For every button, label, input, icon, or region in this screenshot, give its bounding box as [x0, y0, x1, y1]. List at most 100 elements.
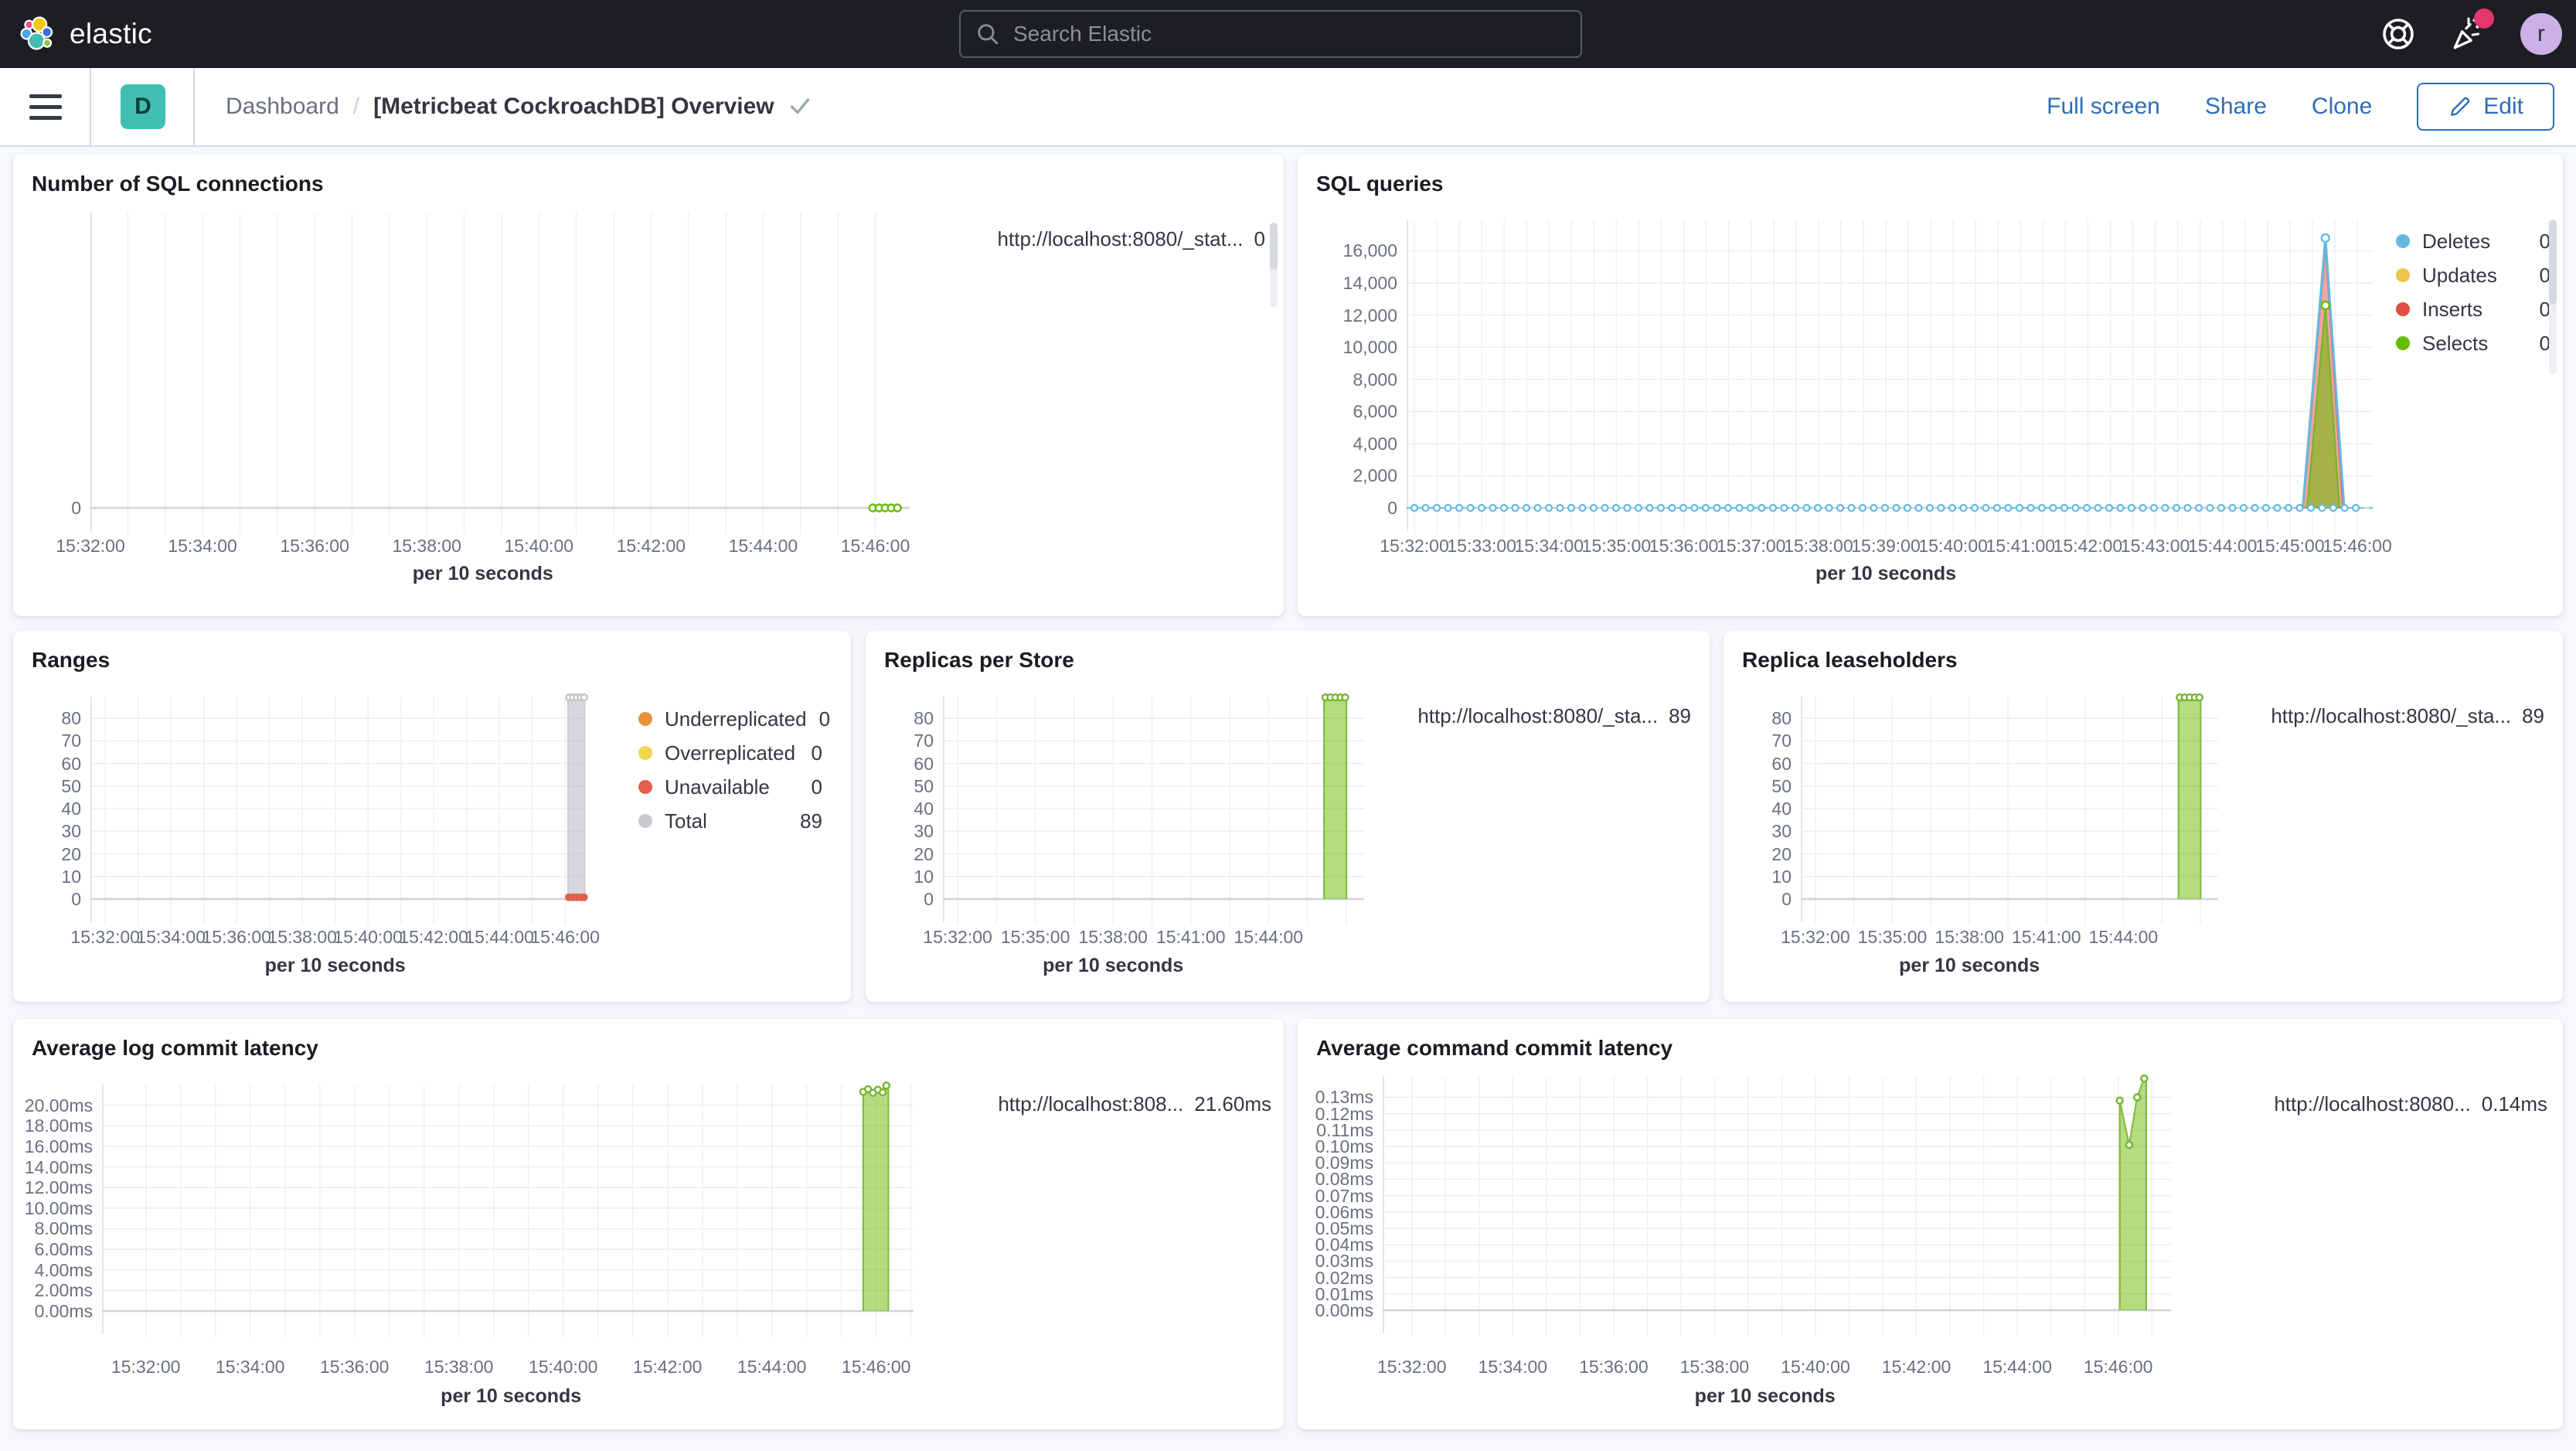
space-initial: D [134, 94, 151, 119]
kibana-app: elastic Search Elastic r D Dashboard / [… [0, 0, 2576, 1451]
search-icon [978, 24, 999, 45]
x-axis-tick: 15:36:00 [319, 1357, 390, 1377]
legend-series-value: 0 [811, 775, 822, 799]
x-axis-tick: 15:44:00 [737, 1357, 807, 1377]
y-axis-tick: 6,000 [1353, 401, 1397, 422]
x-axis-tick: 15:38:00 [1679, 1357, 1750, 1377]
x-axis-tick: 15:46:00 [2083, 1357, 2153, 1377]
y-axis-tick: 0 [1387, 498, 1397, 518]
legend-series-label: Selects [2422, 331, 2489, 355]
legend-item[interactable]: http://localhost:8080/_sta... 89 [1417, 704, 1691, 728]
legend: Deletes 0 Updates 0 Inserts 0 Selects 0 [2396, 224, 2550, 360]
pencil-icon [2451, 97, 2470, 116]
breadcrumb-dashboard-link[interactable]: Dashboard [226, 94, 339, 120]
chart-number-of-sql-connections[interactable] [90, 213, 910, 540]
legend-series-label: Updates [2422, 263, 2497, 287]
legend: http://localhost:808... 21.60ms [998, 1092, 1271, 1116]
panel-average-log-commit-latency: Average log commit latency http://localh… [13, 1019, 1284, 1429]
clone-button[interactable]: Clone [2312, 94, 2372, 120]
panel-title: SQL queries [1316, 172, 1444, 196]
legend-item[interactable]: http://localhost:8080... 0.14ms [2274, 1092, 2547, 1116]
y-axis-tick: 0.01ms [1315, 1283, 1373, 1304]
toolbar: D Dashboard / [Metricbeat CockroachDB] O… [0, 68, 2576, 147]
full-screen-button[interactable]: Full screen [2047, 94, 2160, 120]
y-axis-tick: 0.09ms [1315, 1153, 1373, 1173]
x-axis-tick: 15:46:00 [841, 1357, 911, 1377]
legend-item[interactable]: http://localhost:8080/_sta... 89 [2271, 704, 2544, 728]
legend: Underreplicated 0 Overreplicated 0 Unavailab… [638, 702, 830, 838]
y-axis-tick: 0.06ms [1315, 1201, 1373, 1222]
dashboard-title-caret-icon[interactable] [788, 97, 812, 117]
x-axis-label: per 10 seconds [1815, 563, 1957, 584]
legend-series-value: 0 [811, 741, 822, 765]
y-axis-tick: 0.00ms [1315, 1300, 1373, 1320]
legend-series-dot [2396, 268, 2410, 282]
legend-item[interactable]: Selects 0 [2396, 326, 2550, 360]
y-axis-tick: 0.13ms [1315, 1087, 1373, 1108]
legend: http://localhost:8080... 0.14ms [2274, 1092, 2547, 1116]
legend-item[interactable]: http://localhost:8080/_stat... 0 [998, 227, 1265, 251]
legend-series-label: http://localhost:8080/_sta... [2271, 704, 2512, 727]
header-actions: r [2380, 0, 2576, 68]
legend-series-label: Overreplicated [665, 741, 796, 765]
elastic-logo[interactable]: elastic [0, 15, 152, 53]
legend-series-label: Underreplicated [665, 707, 807, 731]
chart-average-command-commit-latency[interactable] [1383, 1074, 2171, 1343]
edit-button[interactable]: Edit [2417, 83, 2554, 131]
y-axis-tick: 10.00ms [24, 1197, 93, 1218]
legend-scrollbar[interactable] [2549, 220, 2557, 374]
y-axis-tick: 0.11ms [1316, 1119, 1373, 1140]
x-axis-tick: 15:40:00 [528, 1357, 598, 1377]
legend-item[interactable]: Underreplicated 0 [638, 702, 830, 736]
global-search-input[interactable]: Search Elastic [959, 10, 1582, 58]
y-axis-tick: 14,000 [1342, 273, 1397, 294]
x-axis-label: per 10 seconds [1043, 955, 1184, 976]
x-axis-tick: 15:44:00 [1982, 1357, 2052, 1377]
divider [90, 68, 91, 145]
legend-series-dot [638, 746, 652, 760]
legend-series-value: 21.60ms [1194, 1092, 1271, 1115]
panel-title: Average command commit latency [1316, 1036, 1673, 1060]
legend-item[interactable]: Deletes 0 [2396, 224, 2550, 258]
share-button[interactable]: Share [2205, 94, 2267, 120]
y-axis-tick: 20.00ms [24, 1095, 93, 1115]
legend-scrollbar-thumb[interactable] [2549, 220, 2557, 305]
space-badge[interactable]: D [121, 84, 165, 129]
legend-series-label: http://localhost:8080/_stat... [997, 227, 1244, 250]
panel-average-command-commit-latency: Average command commit latency http://lo… [1298, 1019, 2563, 1429]
x-axis-label: per 10 seconds [1899, 955, 2040, 976]
legend-item[interactable]: Inserts 0 [2396, 292, 2550, 326]
y-axis-tick: 4,000 [1353, 433, 1397, 454]
legend-series-label: Deletes [2422, 229, 2491, 253]
legend-item[interactable]: Overreplicated 0 [638, 736, 822, 770]
legend-item[interactable]: http://localhost:808... 21.60ms [998, 1092, 1271, 1116]
y-axis-tick: 2,000 [1353, 465, 1397, 486]
chart-ranges[interactable] [90, 693, 588, 932]
user-avatar[interactable]: r [2520, 13, 2562, 55]
y-axis-tick: 12,000 [1342, 305, 1397, 325]
legend: http://localhost:8080/_sta... 89 [1417, 704, 1691, 728]
y-axis-tick: 0.04ms [1315, 1235, 1373, 1255]
breadcrumb: Dashboard / [Metricbeat CockroachDB] Ove… [226, 94, 812, 120]
newsfeed-button[interactable] [2449, 9, 2494, 53]
chart-replicas-per-store[interactable] [943, 693, 1364, 932]
edit-button-label: Edit [2483, 94, 2523, 119]
panel-title: Replicas per Store [884, 648, 1074, 672]
legend-scrollbar-thumb[interactable] [1270, 223, 1278, 270]
legend-series-dot [2396, 302, 2410, 316]
chart-sql-queries[interactable] [1407, 220, 2373, 540]
legend-scrollbar[interactable] [1270, 223, 1278, 308]
legend-item[interactable]: Unavailable 0 [638, 770, 822, 804]
legend-series-value: 89 [800, 809, 822, 833]
chart-replica-leaseholders[interactable] [1801, 693, 2218, 932]
legend-series-dot [2396, 336, 2410, 350]
legend-item[interactable]: Updates 0 [2396, 258, 2550, 292]
x-axis-tick: 15:38:00 [424, 1357, 494, 1377]
legend-item[interactable]: Total 89 [638, 804, 822, 838]
help-icon[interactable] [2380, 15, 2417, 53]
menu-button[interactable] [29, 94, 62, 120]
chart-average-log-commit-latency[interactable] [102, 1081, 914, 1344]
y-axis-tick: 0.03ms [1315, 1251, 1373, 1272]
breadcrumb-separator: / [352, 94, 360, 119]
legend: http://localhost:8080/_stat... 0 [998, 227, 1265, 251]
